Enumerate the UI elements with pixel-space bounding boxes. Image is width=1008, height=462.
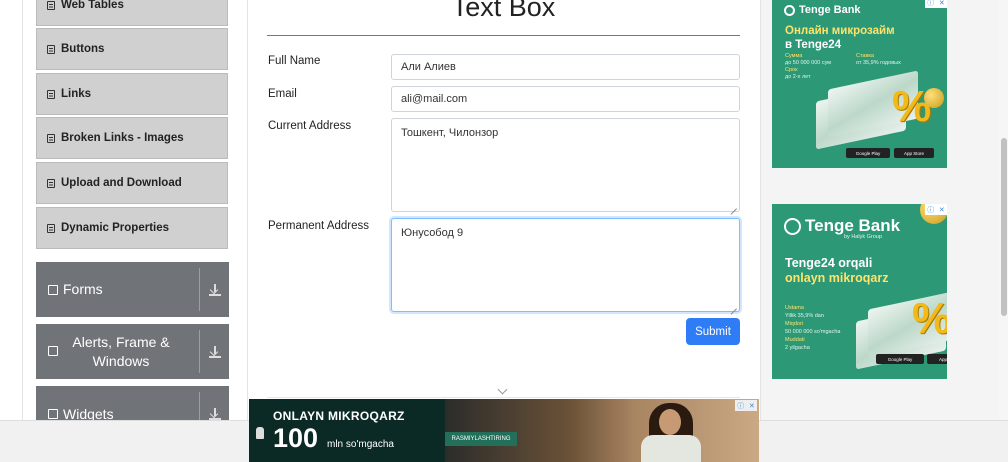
current-address-value: Тошкент, Чилонзор (401, 127, 499, 139)
document-icon (47, 133, 55, 143)
title-underline (267, 35, 740, 36)
grid-icon (48, 409, 58, 419)
download-icon (209, 407, 221, 420)
sidebar-item-upload-download[interactable]: Upload and Download (36, 162, 228, 204)
google-play-badge[interactable]: Google Play (876, 354, 924, 364)
divider (267, 397, 740, 398)
tenge-logo-icon (784, 218, 801, 236)
bottom-ad-banner[interactable]: ONLAYN MIKROQARZ 100 mln so'mgacha RASMI… (249, 399, 759, 462)
column-divider (247, 0, 248, 420)
lamp-icon (256, 427, 264, 439)
download-icon (209, 345, 221, 358)
google-play-badge[interactable]: Google Play (846, 148, 890, 158)
ad-choices-icon[interactable]: ⓘ ✕ (735, 400, 757, 411)
document-icon (47, 0, 55, 10)
sidebar-item-broken-links[interactable]: Broken Links - Images (36, 117, 228, 159)
app-store-badge[interactable]: App Store (927, 354, 947, 364)
ad-headline: Онлайн микрозайм в Tenge24 (785, 25, 895, 51)
banner-person (659, 409, 681, 435)
sidebar-item-dynamic-properties[interactable]: Dynamic Properties (36, 207, 228, 249)
email-label: Email (268, 88, 297, 100)
tenge-logo-icon (784, 4, 795, 16)
banner-title: ONLAYN MIKROQARZ (273, 409, 405, 423)
ad-brand: Tenge Bank (784, 4, 861, 16)
document-icon (47, 178, 55, 188)
document-icon (47, 44, 55, 54)
ad-tenge-bank-2[interactable]: Tenge Bank by Halyk Group Tenge24 orqali… (772, 204, 947, 379)
sidebar-item-label: Broken Links - Images (61, 132, 184, 144)
page-title: Text Box (451, 0, 556, 22)
ad-tenge-bank-1[interactable]: Tenge Bank Онлайн микрозайм в Tenge24 Су… (772, 0, 947, 168)
banner-person (641, 435, 701, 462)
divider (199, 330, 200, 373)
document-icon (47, 89, 55, 99)
email-input[interactable]: ali@mail.com (391, 86, 740, 112)
full-name-label: Full Name (268, 55, 321, 67)
permanent-address-value: Юнусобод 9 (401, 227, 464, 239)
sidebar-item-label: Web Tables (61, 0, 124, 11)
ad-terms: Ustama Yillik 35,9% dan Miqdori 50 000 0… (785, 305, 841, 351)
sidebar-group-label: Alerts, Frame & Windows (72, 334, 170, 369)
app-store-badge[interactable]: App Store (894, 148, 934, 158)
submit-button[interactable]: Submit (686, 318, 740, 345)
sidebar-item-label: Buttons (61, 43, 105, 55)
permanent-address-textarea[interactable]: Юнусобод 9 (391, 218, 740, 312)
banner-cta-button[interactable]: RASMIYLASHTIRING (445, 432, 517, 446)
sidebar-item-buttons[interactable]: Buttons (36, 28, 228, 70)
coin-icon (924, 88, 944, 108)
page: Web Tables Buttons Links Broken Links - … (0, 0, 1008, 462)
banner-unit: mln so'mgacha (327, 439, 394, 450)
full-name-input[interactable]: Али Алиев (391, 54, 740, 80)
current-address-label: Current Address (268, 120, 352, 132)
sidebar-item-web-tables[interactable]: Web Tables (36, 0, 228, 26)
sidebar-item-label: Dynamic Properties (61, 222, 170, 234)
sidebar-item-links[interactable]: Links (36, 73, 228, 115)
permanent-address-label: Permanent Address (268, 220, 370, 232)
ad-brand: Tenge Bank (784, 216, 900, 236)
scrollbar-thumb[interactable] (1001, 138, 1007, 316)
document-icon (47, 223, 55, 233)
ad-choices-icon[interactable]: ⓘ ✕ (925, 204, 947, 215)
window-icon (48, 346, 58, 356)
ad-terms-right: Ставка от 35,9% годовых (856, 53, 901, 66)
sidebar-group-label: Forms (63, 281, 103, 297)
resize-handle[interactable] (731, 303, 737, 309)
ad-brand-sub: by Halyk Group (844, 234, 882, 240)
sidebar-item-label: Upload and Download (61, 177, 182, 189)
sidebar-group-forms[interactable]: Forms (36, 262, 229, 317)
ad-terms-left: Сумма до 50 000 000 сум Срок до 2-х лет (785, 53, 832, 80)
ad-headline: Tenge24 orqali onlayn mikroqarz (785, 256, 889, 285)
resize-handle[interactable] (731, 203, 737, 209)
percent-icon: % (892, 82, 932, 131)
download-icon (209, 283, 221, 296)
sidebar-item-label: Links (61, 88, 92, 100)
banner-amount: 100 (273, 423, 319, 453)
divider (199, 268, 200, 311)
left-border (22, 0, 23, 420)
sidebar-group-alerts[interactable]: Alerts, Frame & Windows (36, 324, 229, 379)
form-icon (48, 284, 58, 295)
current-address-textarea[interactable]: Тошкент, Чилонзор (391, 118, 740, 212)
ad-choices-icon[interactable]: ⓘ ✕ (925, 0, 947, 8)
percent-icon: % (912, 294, 947, 343)
chevron-down-icon[interactable] (497, 384, 508, 395)
banner-photo (445, 399, 759, 462)
